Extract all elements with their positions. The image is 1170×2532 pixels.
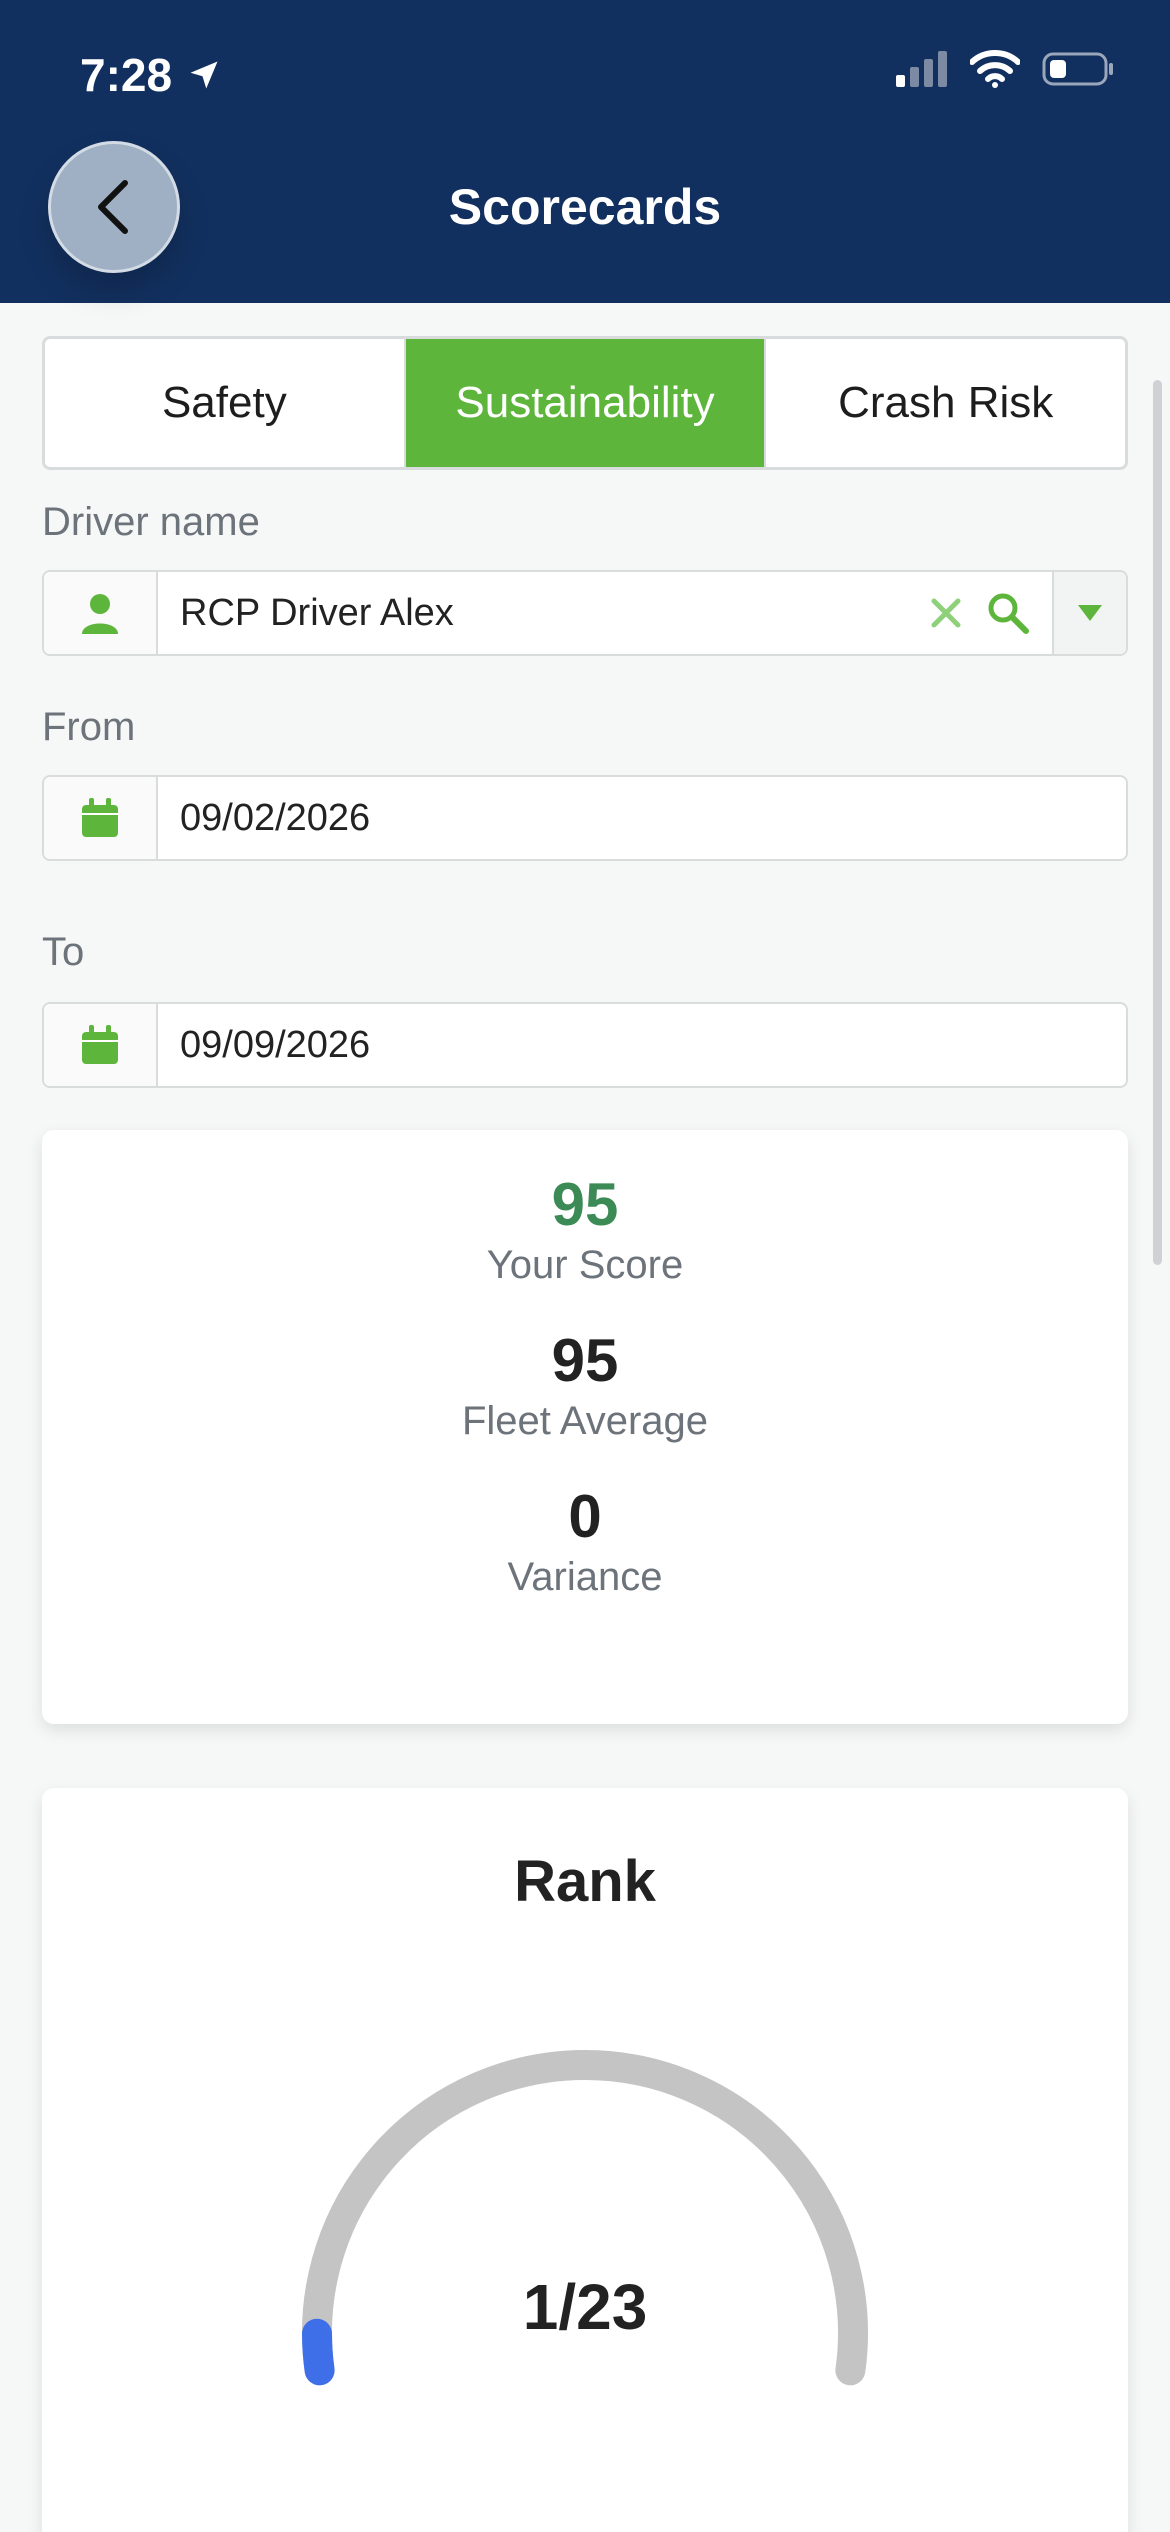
search-icon[interactable] [986, 591, 1030, 635]
your-score: 95 Your Score [42, 1170, 1128, 1288]
tab-crash-risk[interactable]: Crash Risk [766, 339, 1125, 467]
your-score-value: 95 [551, 1171, 619, 1238]
scrollbar[interactable] [1153, 380, 1162, 1265]
your-score-label: Your Score [486, 1243, 684, 1287]
app-header: 7:28 Scorecards [0, 0, 1170, 303]
from-label: From [42, 705, 136, 749]
location-arrow-icon [190, 61, 218, 89]
variance-value: 0 [568, 1483, 602, 1550]
battery-icon [1042, 52, 1113, 86]
from-date-value[interactable]: 09/02/2026 [158, 797, 1126, 840]
driver-name-value[interactable]: RCP Driver Alex [158, 592, 928, 635]
to-icon-cell [44, 1004, 158, 1086]
variance: 0 Variance [42, 1482, 1128, 1600]
driver-dropdown-button[interactable] [1052, 572, 1126, 654]
to-date-value[interactable]: 09/09/2026 [158, 1024, 1126, 1067]
driver-field-actions [928, 591, 1052, 635]
calendar-icon [82, 1025, 118, 1064]
status-indicators [896, 50, 1114, 88]
score-summary-card: 95 Your Score 95 Fleet Average 0 Varianc… [42, 1130, 1128, 1724]
status-time: 7:28 [80, 48, 222, 102]
fleet-average: 95 Fleet Average [42, 1326, 1128, 1444]
fleet-average-value: 95 [551, 1327, 619, 1394]
rank-gauge [302, 2050, 868, 2386]
person-icon [82, 594, 118, 634]
scorecard-tabs: Safety Sustainability Crash Risk [42, 336, 1128, 470]
page-title: Scorecards [448, 179, 722, 235]
caret-down-icon [1078, 605, 1102, 621]
driver-icon-cell [44, 572, 158, 654]
to-date-field[interactable]: 09/09/2026 [42, 1002, 1128, 1088]
wifi-icon [970, 50, 1020, 88]
rank-title: Rank [514, 1849, 656, 1914]
from-icon-cell [44, 777, 158, 859]
tab-sustainability[interactable]: Sustainability [405, 339, 767, 467]
rank-value: 1/23 [522, 2271, 648, 2343]
clear-icon[interactable] [928, 595, 964, 631]
rank-card: Rank 1/23 [42, 1788, 1128, 2532]
driver-name-field[interactable]: RCP Driver Alex [42, 570, 1128, 656]
from-date-field[interactable]: 09/02/2026 [42, 775, 1128, 861]
calendar-icon [82, 798, 118, 837]
to-label: To [42, 930, 85, 974]
fleet-average-label: Fleet Average [461, 1399, 709, 1443]
variance-label: Variance [507, 1555, 663, 1599]
driver-name-label: Driver name [42, 500, 260, 544]
tab-safety[interactable]: Safety [45, 339, 406, 467]
signal-icon [896, 51, 947, 87]
